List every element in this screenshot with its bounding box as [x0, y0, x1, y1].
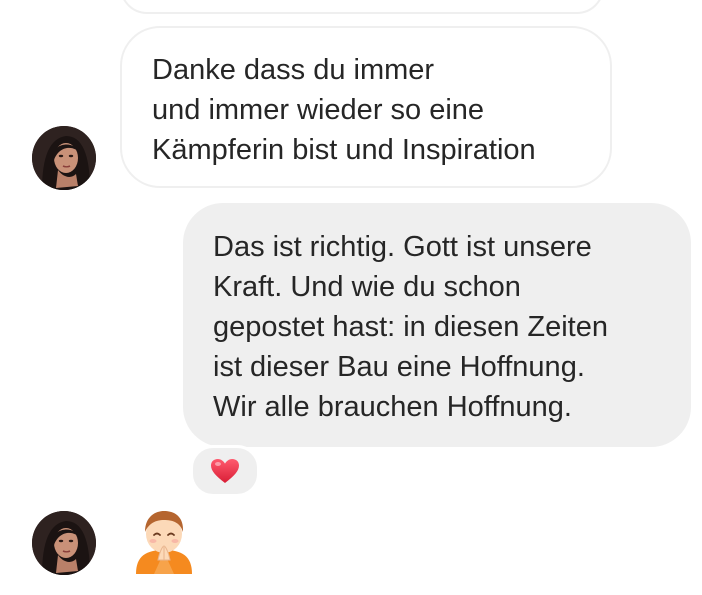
- heart-icon: [211, 459, 239, 483]
- message-reaction[interactable]: [190, 445, 260, 497]
- message-line: Kämpferin bist und Inspiration: [152, 134, 536, 166]
- message-line: Wir alle brauchen Hoffnung.: [213, 391, 572, 423]
- sender-avatar[interactable]: [32, 511, 96, 575]
- praying-person-icon[interactable]: [130, 508, 198, 576]
- previous-message-bubble[interactable]: [120, 0, 604, 14]
- outgoing-message-bubble[interactable]: Das ist richtig. Gott ist unsere Kraft. …: [183, 203, 691, 447]
- message-line: Kraft. Und wie du schon: [213, 271, 521, 303]
- message-line: Danke dass du immer: [152, 54, 435, 86]
- incoming-message-bubble[interactable]: Danke dass du immer und immer wieder so …: [120, 26, 612, 188]
- sender-avatar[interactable]: [32, 126, 96, 190]
- message-line: und immer wieder so eine: [152, 94, 485, 126]
- message-line: ist dieser Bau eine Hoffnung.: [213, 351, 585, 383]
- message-line: Das ist richtig. Gott ist unsere: [213, 231, 592, 263]
- message-line: gepostet hast: in diesen Zeiten: [213, 311, 608, 343]
